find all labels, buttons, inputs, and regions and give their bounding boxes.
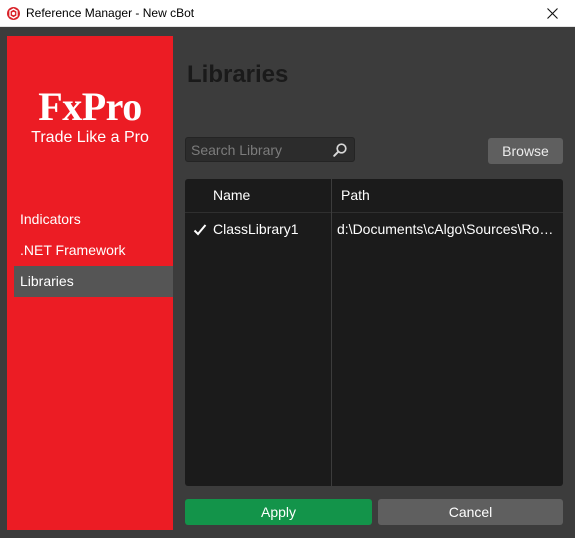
window-close-button[interactable]	[530, 0, 575, 27]
column-header-name[interactable]: Name	[213, 179, 250, 212]
library-table: Name Path ClassLibrary1 d:\Documents\cAl…	[185, 179, 563, 486]
search-box[interactable]	[185, 137, 355, 162]
search-icon[interactable]	[332, 142, 348, 158]
brand-logo-text: FxPro	[38, 84, 142, 129]
brand-tagline: Trade Like a Pro	[31, 129, 149, 146]
library-path: d:\Documents\cAlgo\Sources\Ro…	[337, 221, 554, 237]
reference-manager-content: FxPro Trade Like a Pro Indicators .NET F…	[0, 27, 575, 538]
library-name: ClassLibrary1	[213, 221, 299, 237]
sidebar: FxPro Trade Like a Pro Indicators .NET F…	[7, 36, 173, 530]
sidebar-item-libraries[interactable]: Libraries	[14, 266, 173, 297]
column-header-path[interactable]: Path	[341, 179, 370, 212]
brand-logo: FxPro Trade Like a Pro	[7, 86, 173, 147]
header-divider	[185, 212, 563, 213]
apply-button[interactable]: Apply	[185, 499, 372, 525]
sidebar-nav: Indicators .NET Framework Libraries	[14, 204, 173, 297]
browse-button[interactable]: Browse	[488, 138, 563, 164]
sidebar-item-net-framework[interactable]: .NET Framework	[14, 235, 173, 266]
close-icon	[547, 8, 558, 19]
window-title: Reference Manager - New cBot	[26, 6, 195, 20]
app-icon	[7, 7, 20, 20]
page-title: Libraries	[187, 61, 289, 88]
title-bar: Reference Manager - New cBot	[0, 0, 575, 27]
cancel-button[interactable]: Cancel	[378, 499, 563, 525]
checkbox-checked-icon[interactable]	[192, 222, 208, 238]
sidebar-item-indicators[interactable]: Indicators	[14, 204, 173, 235]
table-row[interactable]: ClassLibrary1 d:\Documents\cAlgo\Sources…	[185, 217, 563, 243]
search-input[interactable]	[191, 141, 326, 159]
